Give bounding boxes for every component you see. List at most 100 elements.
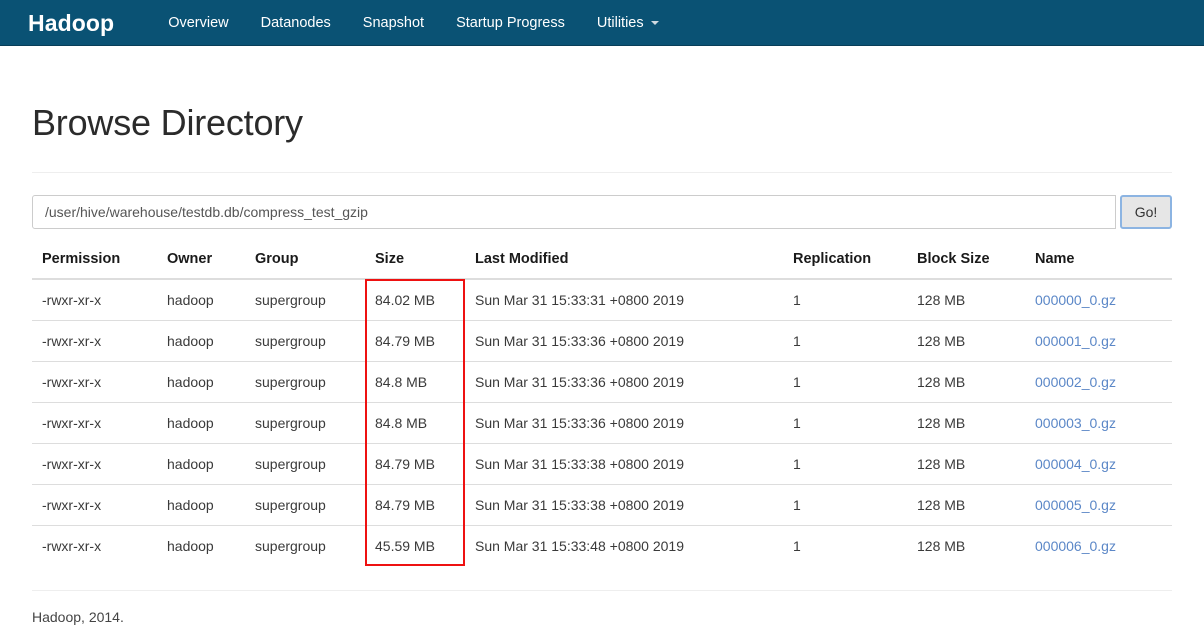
cell-last-modified: Sun Mar 31 15:33:36 +0800 2019: [465, 402, 783, 444]
main-container: Browse Directory Go! Permission Owner Gr…: [0, 102, 1204, 625]
nav-item-datanodes-label: Datanodes: [260, 14, 331, 31]
cell-owner: hadoop: [167, 292, 214, 308]
cell-permission: -rwxr-xr-x: [32, 443, 157, 485]
footer-divider: [32, 590, 1172, 591]
file-link[interactable]: 000000_0.gz: [1035, 292, 1116, 308]
cell-block-size: 128 MB: [907, 484, 1025, 526]
brand-logo[interactable]: Hadoop: [28, 0, 114, 46]
file-link[interactable]: 000001_0.gz: [1035, 333, 1116, 349]
cell-name: 000002_0.gz: [1025, 361, 1172, 403]
cell-block-size: 128 MB: [907, 361, 1025, 403]
column-header-block-size: Block Size: [907, 251, 1025, 280]
table-row: -rwxr-xr-x hadoop supergroup 84.8 MB Sun Mar…: [32, 361, 1172, 403]
cell-last-modified: Sun Mar 31 15:33:31 +0800 2019: [475, 292, 685, 308]
nav-item-utilities[interactable]: Utilities: [581, 0, 675, 46]
column-header-permission: Permission: [32, 251, 157, 280]
cell-replication: 1: [783, 361, 907, 403]
cell-replication: 1: [783, 402, 907, 444]
cell-group: supergroup: [245, 402, 365, 444]
table-row: -rwxr-xr-x hadoop supergroup 84.79 MB Sun Ma…: [32, 484, 1172, 526]
column-header-replication: Replication: [783, 251, 907, 280]
cell-group: supergroup: [255, 292, 326, 308]
top-navbar: Hadoop Overview Datanodes Snapshot Start…: [0, 0, 1204, 46]
table-body: -rwxr-xr-x hadoop supergroup 84.02 MB Sun Ma…: [32, 279, 1172, 566]
table-row: -rwxr-xr-x hadoop supergroup 84.79 MB Sun Ma…: [32, 320, 1172, 362]
page-title: Browse Directory: [32, 102, 303, 143]
nav-item-overview-label: Overview: [168, 14, 229, 31]
nav-item-startup-progress[interactable]: Startup Progress: [440, 0, 581, 46]
cell-owner: hadoop: [157, 525, 245, 566]
cell-block-size: 128 MB: [907, 320, 1025, 362]
file-link[interactable]: 000006_0.gz: [1035, 538, 1116, 554]
cell-replication: 1: [783, 484, 907, 526]
cell-size: 84.8 MB: [365, 361, 465, 403]
cell-size: 84.79 MB: [365, 443, 465, 485]
chevron-down-icon: [650, 20, 659, 25]
cell-permission: -rwxr-xr-x: [32, 402, 157, 444]
cell-last-modified: Sun Mar 31 15:33:48 +0800 2019: [465, 525, 783, 566]
cell-block-size: 128 MB: [907, 443, 1025, 485]
cell-permission: -rwxr-xr-x: [32, 320, 157, 362]
cell-permission: -rwxr-xr-x: [32, 525, 157, 566]
table-row: -rwxr-xr-x hadoop supergroup 45.59 MB Sun Ma…: [32, 525, 1172, 566]
cell-group: supergroup: [245, 525, 365, 566]
cell-group: supergroup: [245, 484, 365, 526]
cell-replication: 1: [793, 292, 801, 308]
nav-item-overview[interactable]: Overview: [152, 0, 244, 46]
table-header-row: Permission Owner Group Size Last Modifie…: [32, 251, 1172, 280]
table-row: -rwxr-xr-x hadoop supergroup 84.8 MB Sun Mar…: [32, 402, 1172, 444]
directory-path-input[interactable]: [32, 195, 1116, 229]
cell-replication: 1: [783, 443, 907, 485]
file-link[interactable]: 000005_0.gz: [1035, 497, 1116, 513]
nav-item-datanodes[interactable]: Datanodes: [245, 0, 347, 46]
table-header: Permission Owner Group Size Last Modifie…: [32, 251, 1172, 280]
cell-owner: hadoop: [157, 443, 245, 485]
cell-size: 45.59 MB: [365, 525, 465, 566]
cell-owner: hadoop: [157, 402, 245, 444]
table-row: -rwxr-xr-x hadoop supergroup 84.02 MB Sun Ma…: [32, 279, 1172, 321]
cell-group: supergroup: [245, 361, 365, 403]
file-listing-table: Permission Owner Group Size Last Modifie…: [32, 251, 1172, 566]
cell-last-modified: Sun Mar 31 15:33:38 +0800 2019: [465, 484, 783, 526]
cell-name: 000004_0.gz: [1025, 443, 1172, 485]
cell-size: 84.79 MB: [365, 484, 465, 526]
nav-item-utilities-label: Utilities: [596, 14, 644, 31]
cell-owner: hadoop: [157, 361, 245, 403]
table-row: -rwxr-xr-x hadoop supergroup 84.79 MB Sun Ma…: [32, 443, 1172, 485]
cell-name: 000001_0.gz: [1025, 320, 1172, 362]
cell-last-modified: Sun Mar 31 15:33:36 +0800 2019: [465, 361, 783, 403]
cell-replication: 1: [783, 320, 907, 362]
go-button[interactable]: Go!: [1120, 195, 1172, 229]
column-header-name: Name: [1025, 251, 1172, 280]
file-link[interactable]: 000003_0.gz: [1035, 415, 1116, 431]
cell-size: 84.79 MB: [365, 320, 465, 362]
column-header-group: Group: [245, 251, 365, 280]
cell-permission: -rwxr-xr-x: [32, 484, 157, 526]
cell-size: 84.8 MB: [365, 402, 465, 444]
cell-name: 000003_0.gz: [1025, 402, 1172, 444]
cell-name: 000000_0.gz: [1025, 279, 1172, 321]
file-link[interactable]: 000002_0.gz: [1035, 374, 1116, 390]
file-link[interactable]: 000004_0.gz: [1035, 456, 1116, 472]
footer-text: Hadoop, 2014.: [32, 609, 124, 625]
cell-group: supergroup: [245, 320, 365, 362]
title-divider: [32, 172, 1172, 173]
nav-item-startup-progress-label: Startup Progress: [456, 14, 565, 31]
column-header-size: Size: [365, 251, 465, 280]
cell-permission: -rwxr-xr-x: [32, 361, 157, 403]
cell-block-size: 128 MB: [907, 402, 1025, 444]
cell-group: supergroup: [245, 443, 365, 485]
cell-name: 000006_0.gz: [1025, 525, 1172, 566]
nav-item-snapshot[interactable]: Snapshot: [347, 0, 440, 46]
cell-last-modified: Sun Mar 31 15:33:36 +0800 2019: [465, 320, 783, 362]
cell-last-modified: Sun Mar 31 15:33:38 +0800 2019: [465, 443, 783, 485]
cell-block-size: 128 MB: [917, 292, 966, 308]
cell-owner: hadoop: [157, 320, 245, 362]
path-bar: Go!: [18, 195, 1186, 229]
cell-name: 000005_0.gz: [1025, 484, 1172, 526]
column-header-owner: Owner: [157, 251, 245, 280]
cell-replication: 1: [783, 525, 907, 566]
cell-owner: hadoop: [157, 484, 245, 526]
nav-item-snapshot-label: Snapshot: [362, 14, 425, 31]
cell-size: 84.02 MB: [375, 292, 435, 308]
